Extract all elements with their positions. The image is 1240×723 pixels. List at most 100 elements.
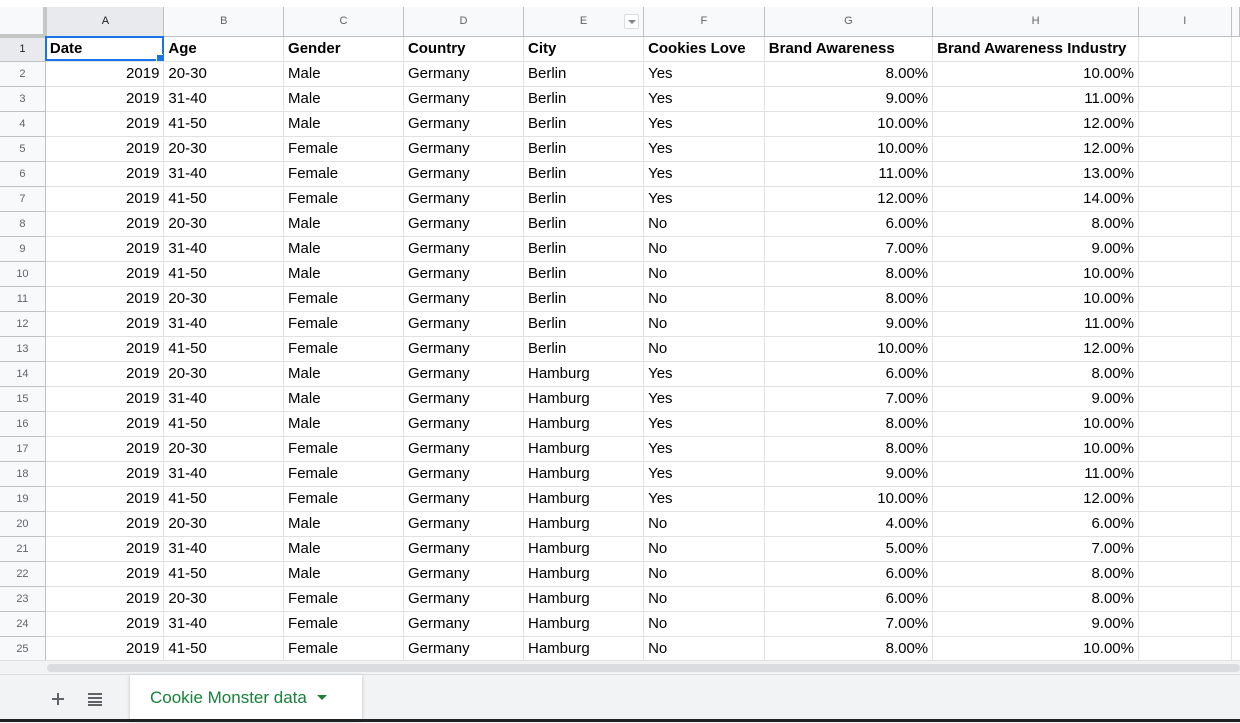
cell[interactable]: 8.00% [932, 361, 1139, 387]
column-header-e[interactable]: E [523, 7, 645, 37]
cell[interactable]: Male [283, 511, 404, 537]
cell[interactable]: Female [283, 586, 404, 612]
cell[interactable]: 6.00% [764, 211, 934, 237]
scrollbar-thumb[interactable] [47, 664, 1240, 672]
cell[interactable]: 2019 [45, 236, 165, 262]
cell[interactable]: No [643, 636, 765, 660]
cell[interactable]: 10.00% [932, 636, 1139, 660]
cell[interactable]: Hamburg [523, 461, 645, 487]
cell[interactable]: No [643, 561, 765, 587]
cell[interactable]: 10.00% [932, 436, 1139, 462]
cell[interactable]: 9.00% [764, 86, 934, 112]
cell[interactable] [1231, 286, 1240, 312]
cell[interactable] [1138, 311, 1232, 337]
cell[interactable]: 8.00% [932, 586, 1139, 612]
cell[interactable]: Male [283, 211, 404, 237]
row-header[interactable]: 13 [0, 336, 46, 362]
cell[interactable]: 41-50 [163, 411, 285, 437]
cell[interactable]: 9.00% [932, 611, 1139, 637]
chevron-down-icon[interactable] [316, 695, 327, 700]
list-icon[interactable] [81, 685, 109, 713]
row-header[interactable]: 4 [0, 111, 46, 137]
cell[interactable]: 31-40 [163, 236, 285, 262]
cell[interactable]: Berlin [523, 161, 645, 187]
cell[interactable]: 31-40 [163, 386, 285, 412]
cell[interactable]: 20-30 [163, 511, 285, 537]
cell[interactable] [1231, 311, 1240, 337]
cell[interactable] [1231, 461, 1240, 487]
cell[interactable]: 7.00% [764, 611, 934, 637]
cell[interactable] [1231, 386, 1240, 412]
cell[interactable]: 2019 [45, 361, 165, 387]
cell[interactable]: Male [283, 61, 404, 87]
cell[interactable]: Germany [403, 436, 525, 462]
cell[interactable] [1231, 436, 1240, 462]
cell[interactable]: No [643, 211, 765, 237]
cell[interactable] [1138, 211, 1232, 237]
cell[interactable]: 2019 [45, 86, 165, 112]
cell[interactable]: Hamburg [523, 386, 645, 412]
row-header[interactable]: 17 [0, 436, 46, 462]
column-header-a[interactable]: A [45, 7, 165, 37]
header-cell[interactable]: Brand Awareness [764, 36, 934, 62]
cell[interactable] [1138, 386, 1232, 412]
row-header[interactable]: 22 [0, 561, 46, 587]
cell[interactable]: Male [283, 536, 404, 562]
cell[interactable]: Yes [643, 386, 765, 412]
fill-handle[interactable] [156, 53, 163, 60]
row-header[interactable]: 2 [0, 61, 46, 87]
column-header-g[interactable]: G [764, 7, 934, 37]
cell[interactable]: 6.00% [932, 511, 1139, 537]
cell[interactable] [1138, 511, 1232, 537]
cell[interactable]: Female [283, 286, 404, 312]
cell[interactable]: 20-30 [163, 211, 285, 237]
cell[interactable]: Germany [403, 61, 525, 87]
cell[interactable]: Germany [403, 486, 525, 512]
cell[interactable] [1231, 361, 1240, 387]
cell[interactable] [1231, 86, 1240, 112]
cell[interactable]: 2019 [45, 461, 165, 487]
cell[interactable]: Female [283, 136, 404, 162]
cell[interactable]: 9.00% [932, 386, 1139, 412]
cell[interactable] [1231, 211, 1240, 237]
cell[interactable]: Yes [643, 61, 765, 87]
cell[interactable]: 20-30 [163, 361, 285, 387]
cell[interactable]: 11.00% [932, 461, 1139, 487]
cell[interactable] [1138, 336, 1232, 362]
cell[interactable]: Germany [403, 186, 525, 212]
cell[interactable]: Male [283, 561, 404, 587]
cell[interactable]: 8.00% [764, 261, 934, 287]
cell[interactable]: No [643, 511, 765, 537]
cell[interactable]: Yes [643, 111, 765, 137]
cell[interactable] [1138, 536, 1232, 562]
cell[interactable] [1231, 111, 1240, 137]
cell[interactable]: Berlin [523, 336, 645, 362]
cell[interactable]: 6.00% [764, 361, 934, 387]
cell[interactable]: 31-40 [163, 461, 285, 487]
cell[interactable]: Female [283, 336, 404, 362]
cell[interactable]: Germany [403, 111, 525, 137]
cell[interactable] [1138, 411, 1232, 437]
cell[interactable]: No [643, 286, 765, 312]
cell[interactable]: 41-50 [163, 561, 285, 587]
cell[interactable] [1231, 186, 1240, 212]
cell[interactable]: Hamburg [523, 486, 645, 512]
cell[interactable]: Berlin [523, 286, 645, 312]
cell[interactable]: Berlin [523, 111, 645, 137]
cell[interactable]: Female [283, 186, 404, 212]
select-all-corner[interactable] [0, 7, 48, 38]
cell[interactable]: Yes [643, 486, 765, 512]
cell[interactable]: Germany [403, 211, 525, 237]
cell[interactable]: Hamburg [523, 636, 645, 660]
row-header[interactable]: 12 [0, 311, 46, 337]
cell[interactable]: Germany [403, 561, 525, 587]
cell[interactable]: Yes [643, 186, 765, 212]
cell[interactable]: 12.00% [932, 336, 1139, 362]
row-header[interactable]: 24 [0, 611, 46, 637]
cell[interactable] [1231, 636, 1240, 660]
cell[interactable]: Hamburg [523, 411, 645, 437]
cell[interactable] [1231, 261, 1240, 287]
cell[interactable]: 20-30 [163, 286, 285, 312]
cell[interactable]: 2019 [45, 161, 165, 187]
cell[interactable]: 10.00% [932, 261, 1139, 287]
